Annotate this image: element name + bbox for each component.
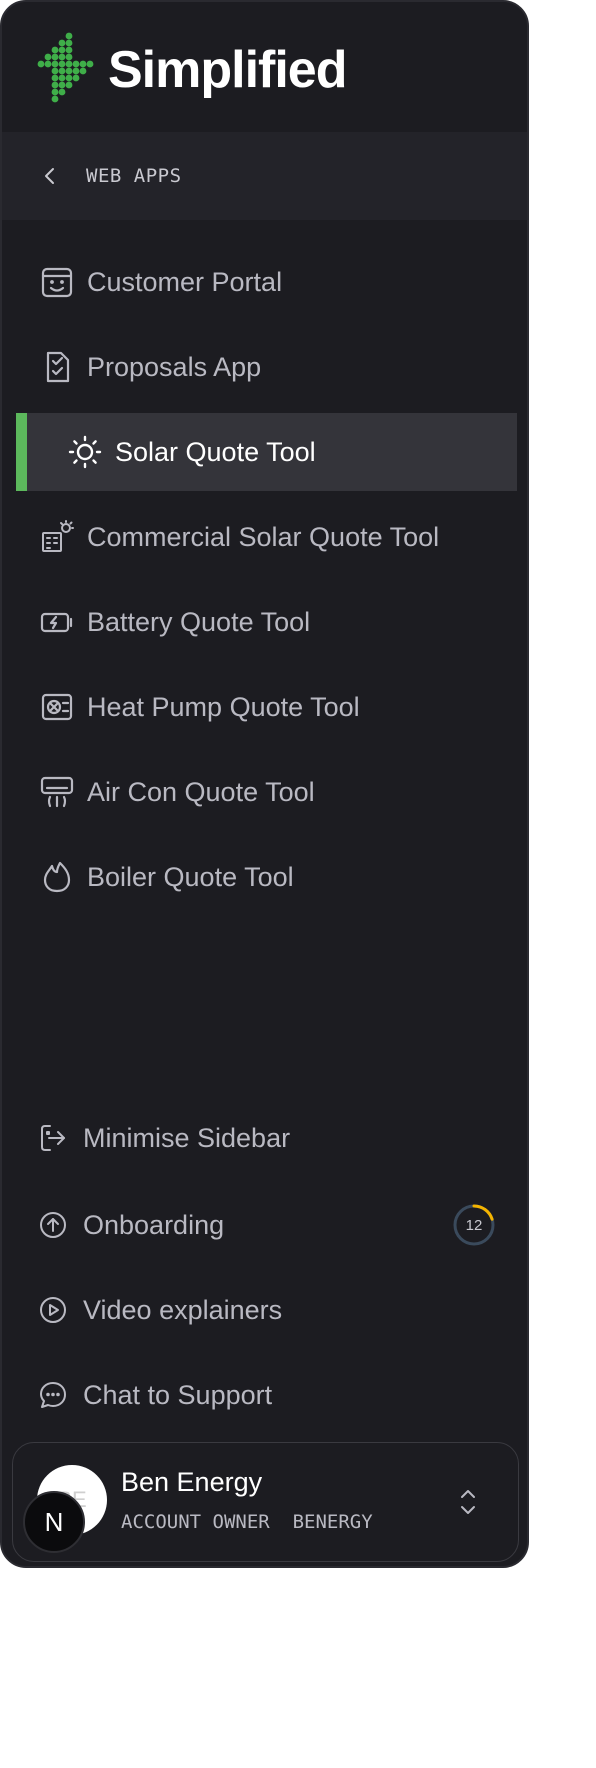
smile-calendar-icon <box>40 265 74 299</box>
nav-label: Battery Quote Tool <box>87 606 311 637</box>
account-switcher[interactable]: BE N Ben Energy ACCOUNT OWNER BENERGY <box>12 1442 519 1562</box>
nav-item-heat-pump-quote-tool[interactable]: Heat Pump Quote Tool <box>2 668 527 746</box>
nav-label: Solar Quote Tool <box>115 436 316 467</box>
air-conditioner-icon <box>40 775 74 809</box>
play-circle-icon <box>38 1295 68 1325</box>
logo-mark-icon <box>34 32 94 108</box>
onboarding-progress-ring: 12 <box>451 1202 497 1248</box>
nav-label: Boiler Quote Tool <box>87 861 294 892</box>
nav-item-customer-portal[interactable]: Customer Portal <box>2 243 527 321</box>
heat-pump-icon <box>40 690 74 724</box>
sun-icon <box>68 435 102 469</box>
video-explainers-button[interactable]: Video explainers <box>2 1280 527 1340</box>
account-role: ACCOUNT OWNER BENERGY <box>121 1511 373 1533</box>
chevron-up-down-icon[interactable] <box>458 1487 478 1517</box>
section-label: WEB APPS <box>86 165 182 187</box>
onboarding-button[interactable]: Onboarding 12 <box>2 1195 527 1255</box>
nav-item-commercial-solar-quote-tool[interactable]: Commercial Solar Quote Tool <box>2 498 527 576</box>
clipboard-check-icon <box>40 350 74 384</box>
onboarding-count: 12 <box>465 1216 483 1234</box>
nav-item-solar-quote-tool[interactable]: Solar Quote Tool <box>16 413 517 491</box>
workspace-badge: N <box>23 1491 85 1553</box>
chevron-left-icon <box>45 168 54 184</box>
account-name: Ben Energy <box>121 1467 263 1497</box>
brand-name: Simplified <box>108 41 347 99</box>
nav-label: Air Con Quote Tool <box>87 776 315 807</box>
chat-support-button[interactable]: Chat to Support <box>2 1365 527 1425</box>
onboarding-label: Onboarding <box>83 1209 225 1240</box>
web-apps-back-button[interactable]: WEB APPS <box>2 132 527 220</box>
account-org: BENERGY <box>292 1511 373 1533</box>
arrow-up-circle-icon <box>38 1210 68 1240</box>
nav-label: Proposals App <box>87 351 262 382</box>
nav-label: Heat Pump Quote Tool <box>87 691 360 722</box>
video-label: Video explainers <box>83 1294 283 1325</box>
chat-bubble-icon <box>38 1380 68 1410</box>
sidebar: Simplified WEB APPS Customer Portal Prop… <box>0 0 529 1568</box>
support-label: Chat to Support <box>83 1379 273 1410</box>
account-role-label: ACCOUNT OWNER <box>121 1511 270 1533</box>
nav-item-boiler-quote-tool[interactable]: Boiler Quote Tool <box>2 838 527 916</box>
nav-label: Commercial Solar Quote Tool <box>87 521 440 552</box>
nav-item-air-con-quote-tool[interactable]: Air Con Quote Tool <box>2 753 527 831</box>
nav-item-battery-quote-tool[interactable]: Battery Quote Tool <box>2 583 527 661</box>
flame-icon <box>40 860 74 894</box>
sidebar-collapse-icon <box>38 1123 68 1153</box>
brand-logo[interactable]: Simplified <box>34 30 347 110</box>
minimise-label: Minimise Sidebar <box>83 1122 291 1153</box>
nav-label: Customer Portal <box>87 266 283 297</box>
nav-item-proposals-app[interactable]: Proposals App <box>2 328 527 406</box>
battery-charging-icon <box>40 605 74 639</box>
minimise-sidebar-button[interactable]: Minimise Sidebar <box>2 1108 527 1168</box>
building-sun-icon <box>40 520 74 554</box>
